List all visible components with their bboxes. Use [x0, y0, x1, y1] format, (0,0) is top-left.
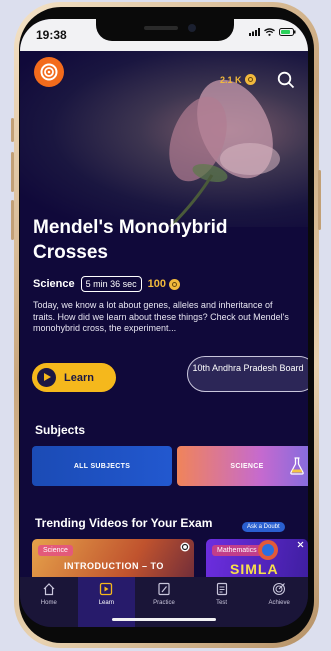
front-camera — [188, 24, 196, 32]
system-icons — [249, 28, 296, 36]
battery-icon — [279, 28, 296, 36]
play-icon — [37, 368, 56, 387]
logo-spiral-icon — [180, 542, 190, 552]
video-meta: Science 5 min 36 sec 100 — [33, 276, 180, 292]
coins-value: 2.1 K — [220, 74, 242, 85]
board-label: 10th Andhra Pradesh Board — [192, 363, 304, 373]
all-subjects-card[interactable]: ALL SUBJECTS — [32, 446, 172, 486]
trending-heading: Trending Videos for Your Exam — [35, 516, 213, 530]
app-logo[interactable] — [34, 57, 64, 87]
power-button — [318, 170, 321, 230]
subjects-heading: Subjects — [35, 423, 86, 437]
board-selector-button[interactable]: 10th Andhra Pradesh Board — [187, 356, 308, 392]
tab-label: Test — [216, 600, 228, 606]
science-card[interactable]: SCIENCE — [177, 446, 308, 486]
coins-balance[interactable]: 2.1 K — [220, 74, 256, 85]
signal-icon — [249, 28, 260, 36]
mute-switch — [11, 118, 14, 142]
tab-label: Home — [40, 600, 57, 606]
home-indicator[interactable] — [112, 618, 216, 621]
home-icon — [43, 583, 55, 596]
tab-label: Learn — [98, 600, 115, 606]
flask-icon — [290, 457, 304, 475]
video-tag: Science — [38, 545, 73, 556]
points-value: 100 — [147, 278, 166, 290]
video-points: 100 — [148, 278, 180, 290]
flower-illustration — [168, 79, 280, 229]
tab-label: Achieve — [268, 600, 290, 606]
wifi-icon — [264, 28, 275, 36]
clipboard-icon — [216, 582, 227, 596]
all-subjects-label: ALL SUBJECTS — [73, 462, 131, 470]
target-icon — [273, 582, 286, 596]
volume-up-button — [11, 152, 14, 192]
ask-doubt-button[interactable]: Ask a Doubt — [242, 522, 285, 532]
learn-button-label: Learn — [64, 371, 94, 384]
notch — [96, 19, 234, 41]
video-subject: Science — [33, 278, 75, 290]
video-duration: 5 min 36 sec — [80, 276, 142, 292]
science-label: SCIENCE — [230, 462, 264, 470]
search-icon[interactable] — [277, 71, 295, 89]
tab-home[interactable]: Home — [20, 577, 78, 627]
logo-spiral-icon — [40, 63, 58, 81]
status-time: 19:38 — [36, 28, 67, 42]
video-description: Today, we know a lot about genes, allele… — [33, 300, 289, 333]
coin-icon — [168, 278, 180, 290]
learn-button[interactable]: Learn — [32, 363, 116, 392]
video-thumbnail-text: INTRODUCTION – TO — [64, 561, 164, 571]
app-screen: 19:38 2.1 K Mendel's Monohybrid Crosses … — [20, 19, 308, 627]
doubt-mascot-icon — [258, 540, 278, 560]
tab-label: Practice — [153, 600, 175, 606]
hero-image — [20, 51, 308, 229]
pencil-icon — [158, 582, 170, 596]
tab-achieve[interactable]: Achieve — [250, 577, 308, 627]
close-icon[interactable] — [297, 541, 304, 548]
video-title: Mendel's Monohybrid Crosses — [33, 217, 228, 263]
video-thumbnail-text: SIMLA — [230, 561, 279, 577]
coin-icon — [244, 74, 256, 85]
speaker-grille — [144, 26, 178, 30]
play-square-icon — [100, 582, 113, 596]
volume-down-button — [11, 200, 14, 240]
